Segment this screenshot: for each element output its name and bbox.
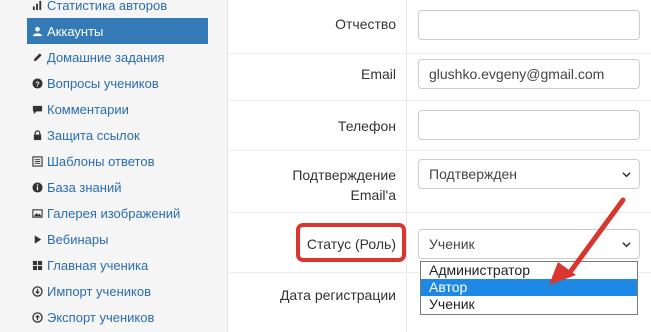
- import-icon: [31, 285, 43, 297]
- grid-icon: [31, 259, 43, 271]
- question-circle-icon: ?: [31, 77, 43, 89]
- status-label: Статус (Роль): [306, 236, 396, 252]
- sidebar-item-comments[interactable]: Комментарии: [27, 96, 208, 122]
- pencil-icon: [31, 51, 43, 63]
- row-separator: [228, 53, 651, 54]
- email-confirm-value: Подтвержден: [429, 166, 518, 182]
- status-value: Ученик: [429, 236, 475, 252]
- registration-date-label: Дата регистрации: [279, 287, 396, 303]
- sidebar-item-label: Статистика авторов: [47, 0, 168, 13]
- email-confirm-label-line1: Подтверждение: [292, 167, 396, 183]
- patronymic-label: Отчество: [335, 16, 396, 32]
- email-field[interactable]: glushko.evgeny@gmail.com: [418, 59, 640, 89]
- info-circle-icon: [31, 181, 43, 193]
- list-icon: [31, 155, 43, 167]
- status-option-student[interactable]: Ученик: [421, 296, 637, 313]
- sidebar-item-webinars[interactable]: Вебинары: [27, 226, 208, 252]
- bar-chart-icon: [31, 0, 43, 11]
- sidebar-item-label: Вебинары: [47, 231, 109, 247]
- svg-text:?: ?: [35, 79, 40, 88]
- phone-field[interactable]: [418, 110, 640, 140]
- comment-icon: [31, 103, 43, 115]
- email-confirm-label-line2: Email'a: [350, 187, 396, 203]
- sidebar-item-homework[interactable]: Домашние задания: [27, 44, 208, 70]
- sidebar-item-student-home[interactable]: Главная ученика: [27, 252, 208, 278]
- sidebar-item-label: Галерея изображений: [47, 205, 181, 221]
- sidebar-item-import-students[interactable]: Импорт учеников: [27, 278, 208, 304]
- sidebar-item-label: Экспорт учеников: [47, 309, 155, 325]
- row-separator: [228, 100, 651, 101]
- sidebar-item-answer-templates[interactable]: Шаблоны ответов: [27, 148, 208, 174]
- export-icon: [31, 311, 43, 323]
- sidebar-item-image-gallery[interactable]: Галерея изображений: [27, 200, 208, 226]
- email-confirm-select[interactable]: Подтвержден: [418, 159, 640, 189]
- patronymic-field[interactable]: [418, 10, 640, 40]
- lock-icon: [31, 129, 43, 141]
- sidebar-item-label: Защита ссылок: [47, 127, 140, 143]
- sidebar-item-label: База знаний: [47, 179, 122, 195]
- chevron-down-icon: [622, 240, 631, 249]
- sidebar-item-link-protection[interactable]: Защита ссылок: [27, 122, 208, 148]
- status-dropdown-list: Администратор Автор Ученик: [420, 261, 638, 315]
- email-confirm-label: Подтверждение Email'a: [292, 165, 396, 205]
- sidebar-item-label: Импорт учеников: [47, 283, 151, 299]
- sidebar-item-label: Аккаунты: [47, 23, 104, 39]
- status-option-author[interactable]: Автор: [421, 279, 637, 296]
- phone-label: Телефон: [337, 118, 396, 134]
- sidebar-item-export-students[interactable]: Экспорт учеников: [27, 304, 208, 330]
- sidebar-item-knowledge-base[interactable]: База знаний: [27, 174, 208, 200]
- sidebar-item-label: Комментарии: [47, 101, 129, 117]
- row-separator: [228, 150, 651, 151]
- chevron-down-icon: [622, 170, 631, 179]
- email-label: Email: [360, 66, 396, 82]
- sidebar-item-label: Шаблоны ответов: [47, 153, 155, 169]
- sidebar-item-student-questions[interactable]: ? Вопросы учеников: [27, 70, 208, 96]
- sidebar-item-label: Главная ученика: [47, 257, 149, 273]
- status-option-admin[interactable]: Администратор: [421, 262, 637, 279]
- play-icon: [31, 233, 43, 245]
- sidebar-item-label: Вопросы учеников: [47, 75, 159, 91]
- sidebar-item-accounts[interactable]: Аккаунты: [27, 18, 208, 44]
- sidebar: Статистика авторов Аккаунты Домашние зад…: [0, 0, 228, 332]
- picture-icon: [31, 207, 43, 219]
- form-divider: [406, 0, 407, 332]
- row-separator: [228, 212, 651, 213]
- user-icon: [31, 25, 43, 37]
- status-select[interactable]: Ученик: [418, 229, 640, 259]
- sidebar-item-author-stats[interactable]: Статистика авторов: [27, 0, 208, 18]
- sidebar-item-label: Домашние задания: [47, 49, 165, 65]
